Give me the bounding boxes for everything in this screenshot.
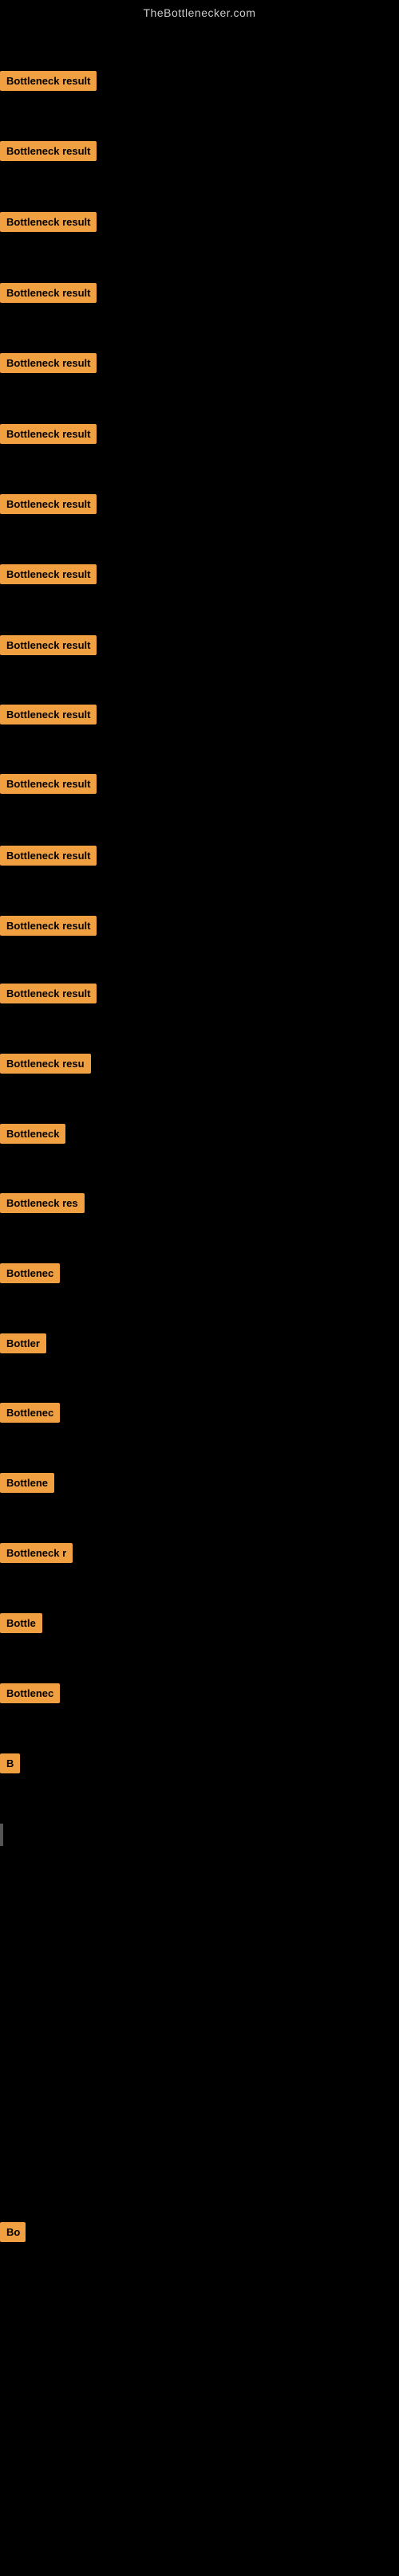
bottleneck-result-item: Bottleneck result bbox=[0, 424, 97, 448]
bottleneck-result-item: Bottleneck result bbox=[0, 141, 97, 165]
bottleneck-badge: Bottleneck result bbox=[0, 494, 97, 514]
bottleneck-result-item: Bottleneck result bbox=[0, 846, 97, 870]
bottleneck-result-item: Bottleneck result bbox=[0, 774, 97, 798]
bottleneck-badge: Bottleneck result bbox=[0, 424, 97, 444]
bottleneck-badge: Bottleneck result bbox=[0, 141, 97, 161]
site-title: TheBottlenecker.com bbox=[0, 0, 399, 26]
bottleneck-line bbox=[0, 1824, 3, 1846]
bottleneck-result-item: Bottleneck result bbox=[0, 283, 97, 307]
bottleneck-result-item: Bottlenec bbox=[0, 1403, 60, 1427]
bottleneck-result-item: Bottler bbox=[0, 1333, 46, 1357]
bottleneck-badge: Bottleneck result bbox=[0, 564, 97, 584]
bottleneck-badge: Bo bbox=[0, 2222, 26, 2242]
bottleneck-result-item: Bottlenec bbox=[0, 1683, 60, 1707]
bottleneck-badge: Bottleneck resu bbox=[0, 1054, 91, 1074]
bottleneck-badge: Bottleneck result bbox=[0, 353, 97, 373]
bottleneck-badge: Bottleneck result bbox=[0, 71, 97, 91]
bottleneck-badge: Bottleneck result bbox=[0, 846, 97, 866]
bottleneck-result-item: Bottleneck result bbox=[0, 916, 97, 940]
bottleneck-badge: Bottler bbox=[0, 1333, 46, 1353]
bottleneck-badge: Bottlene bbox=[0, 1473, 54, 1493]
bottleneck-result-item: Bottlenec bbox=[0, 1263, 60, 1287]
bottleneck-result-item: Bo bbox=[0, 2222, 26, 2246]
bottleneck-badge: Bottleneck res bbox=[0, 1193, 85, 1213]
bottleneck-badge: Bottleneck r bbox=[0, 1543, 73, 1563]
bottleneck-result-item: B bbox=[0, 1753, 20, 1777]
bottleneck-result-item: Bottleneck r bbox=[0, 1543, 73, 1567]
bottleneck-badge: Bottleneck result bbox=[0, 705, 97, 724]
bottleneck-badge: Bottlenec bbox=[0, 1263, 60, 1283]
bottleneck-result-item: Bottlene bbox=[0, 1473, 54, 1497]
bottleneck-result-item: Bottle bbox=[0, 1613, 42, 1637]
bottleneck-result-item: Bottleneck result bbox=[0, 212, 97, 236]
bottleneck-result-item: Bottleneck result bbox=[0, 494, 97, 518]
bottleneck-result-item: Bottleneck result bbox=[0, 71, 97, 95]
bottleneck-badge: Bottlenec bbox=[0, 1683, 60, 1703]
bottleneck-badge: Bottleneck bbox=[0, 1124, 65, 1144]
bottleneck-result-item: Bottleneck res bbox=[0, 1193, 85, 1217]
bottleneck-result-item: Bottleneck result bbox=[0, 353, 97, 377]
bottleneck-badge: Bottleneck result bbox=[0, 774, 97, 794]
bottleneck-result-item: Bottleneck result bbox=[0, 635, 97, 659]
bottleneck-result-item: Bottleneck bbox=[0, 1124, 65, 1148]
bottleneck-badge: Bottleneck result bbox=[0, 984, 97, 1003]
bottleneck-result-item: Bottleneck resu bbox=[0, 1054, 91, 1078]
bottleneck-result-item: Bottleneck result bbox=[0, 705, 97, 728]
bottleneck-badge: Bottleneck result bbox=[0, 635, 97, 655]
bottleneck-badge: Bottle bbox=[0, 1613, 42, 1633]
bottleneck-result-item: Bottleneck result bbox=[0, 984, 97, 1007]
bottleneck-badge: Bottlenec bbox=[0, 1403, 60, 1423]
bottleneck-badge: Bottleneck result bbox=[0, 283, 97, 303]
bottleneck-result-item: Bottleneck result bbox=[0, 564, 97, 588]
bottleneck-badge: Bottleneck result bbox=[0, 212, 97, 232]
bottleneck-badge: Bottleneck result bbox=[0, 916, 97, 936]
bottleneck-result-item bbox=[0, 1824, 3, 1846]
bottleneck-badge: B bbox=[0, 1753, 20, 1773]
